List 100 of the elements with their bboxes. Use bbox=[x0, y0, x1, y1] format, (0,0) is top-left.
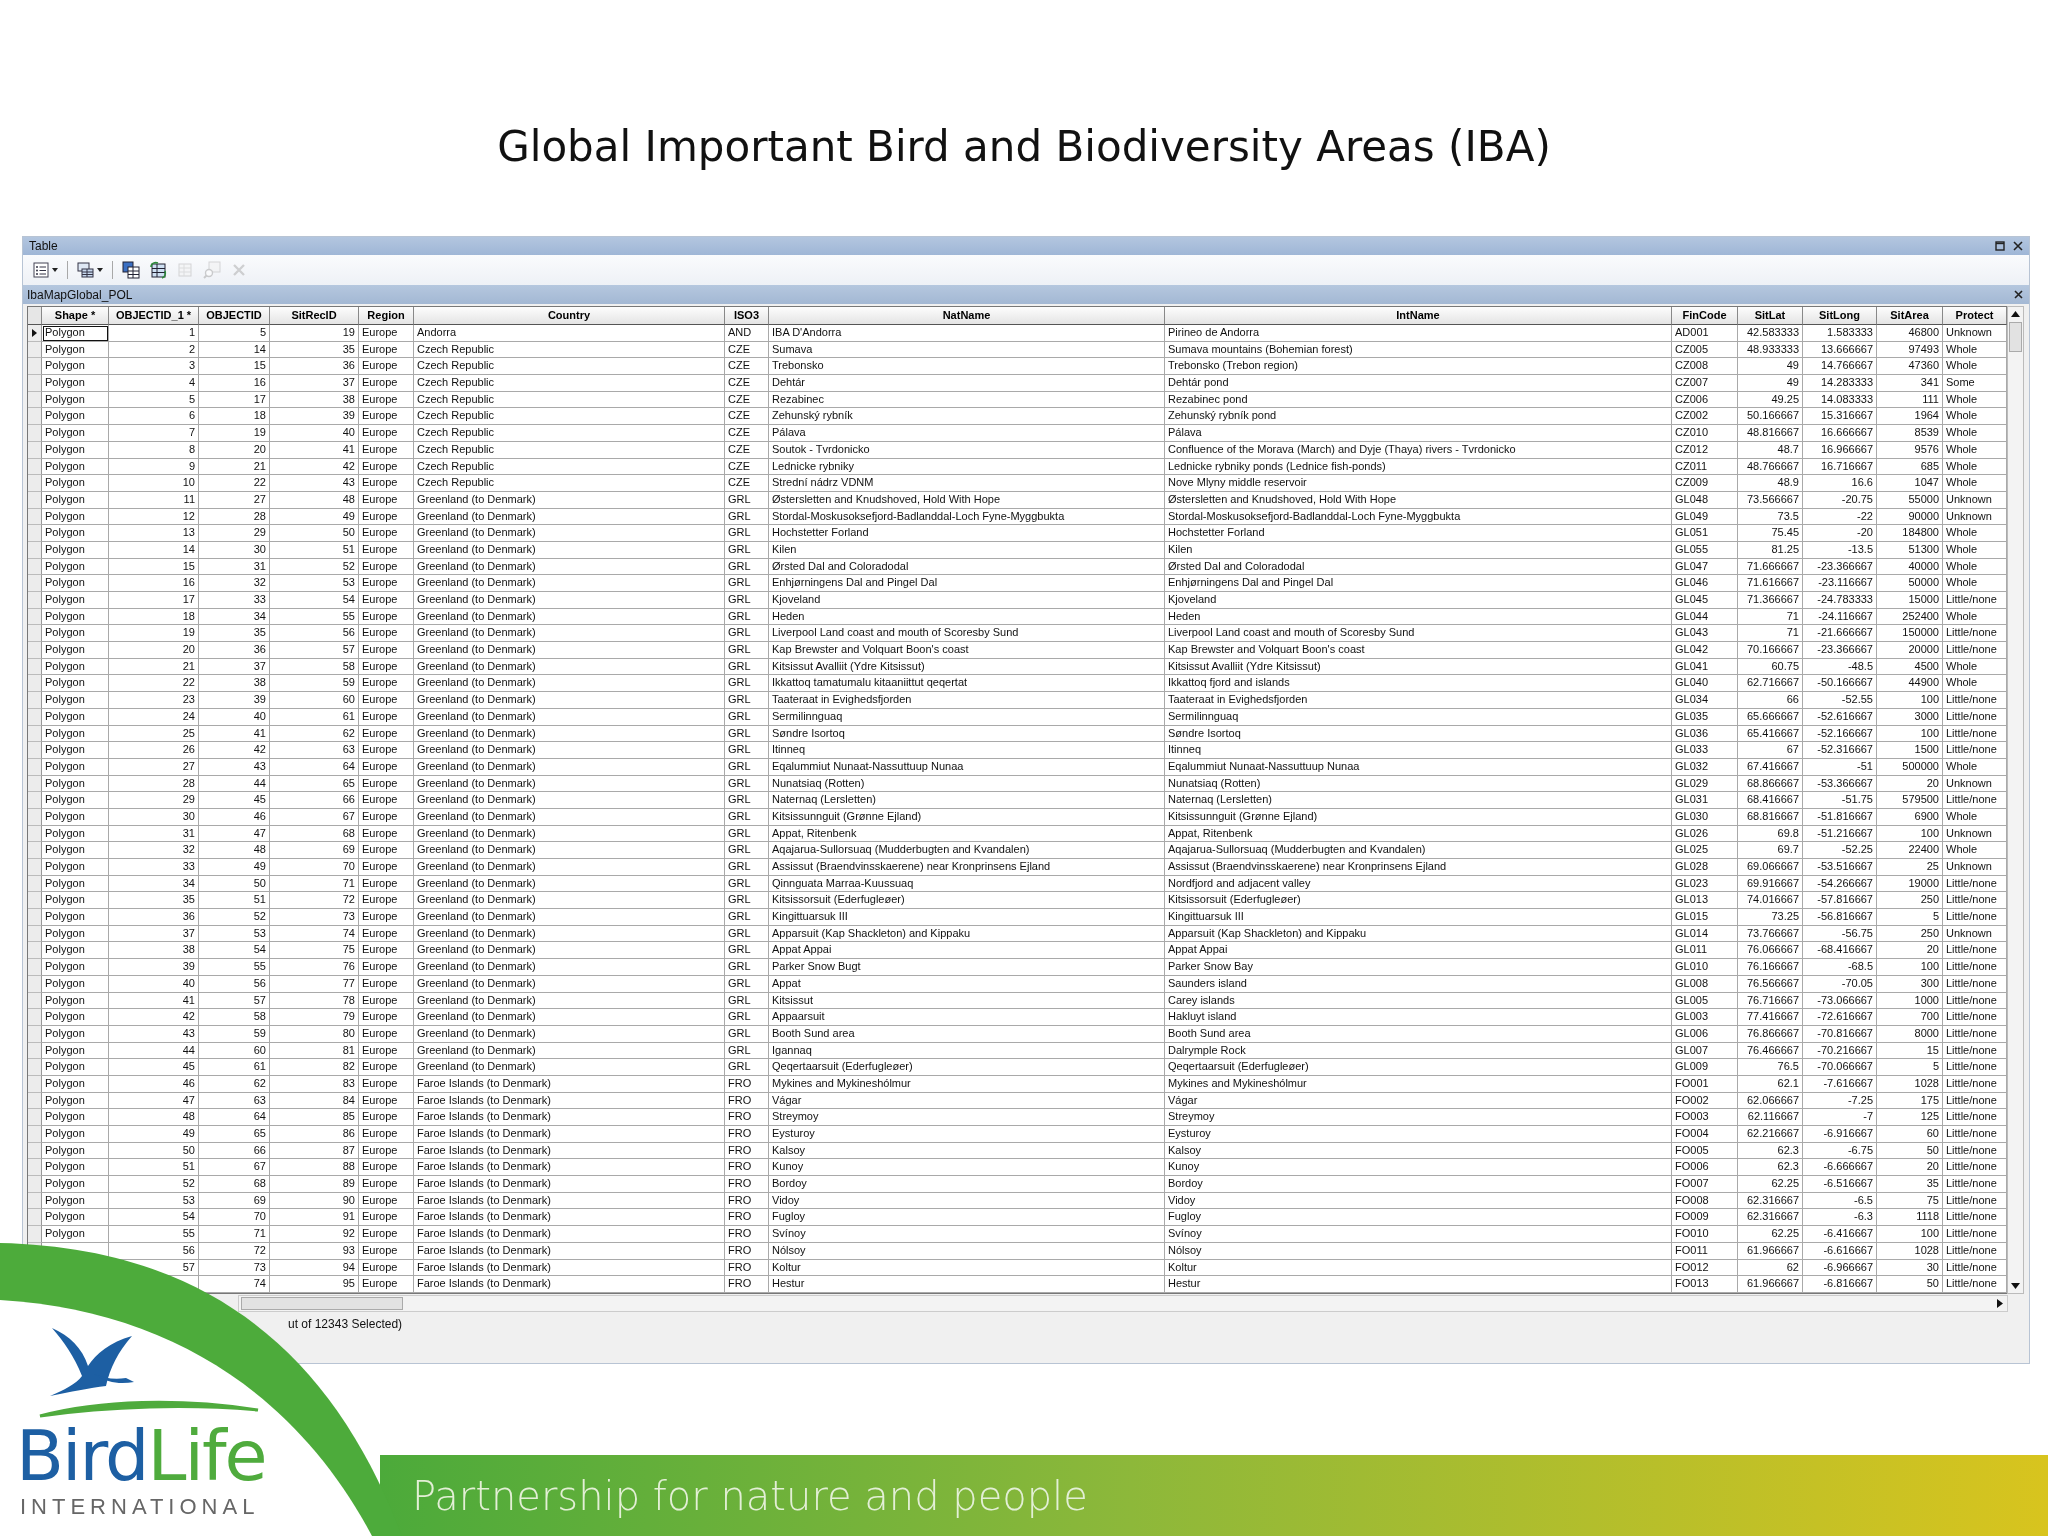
table-cell: 97493 bbox=[1877, 341, 1943, 359]
right-arrow-icon[interactable] bbox=[1997, 1298, 2003, 1308]
column-header[interactable]: SitLat bbox=[1738, 307, 1803, 325]
table-cell: Polygon bbox=[42, 425, 109, 442]
table-cell: 40 bbox=[109, 975, 199, 993]
table-cell: 62.1 bbox=[1738, 1075, 1803, 1093]
table-cell: Hestur bbox=[1165, 1276, 1672, 1293]
column-header[interactable]: NatName bbox=[769, 307, 1165, 325]
table-cell: Sermilinnguaq bbox=[1165, 708, 1672, 726]
corner-header[interactable] bbox=[28, 307, 42, 325]
table-cell: Østersletten and Knudshoved, Hold With Hope bbox=[1165, 491, 1672, 509]
table-cell: CZE bbox=[725, 408, 769, 426]
table-cell: Greenland (to Denmark) bbox=[414, 575, 725, 592]
table-cell: Europe bbox=[359, 1025, 414, 1043]
down-arrow-icon[interactable] bbox=[2011, 1282, 2020, 1289]
table-cell: GL015 bbox=[1672, 909, 1738, 926]
table-cell: FRO bbox=[725, 1159, 769, 1177]
close-icon[interactable] bbox=[2013, 241, 2023, 251]
horizontal-scrollbar[interactable] bbox=[238, 1294, 2008, 1312]
table-cell: GRL bbox=[725, 742, 769, 759]
column-header[interactable]: Shape * bbox=[42, 307, 109, 325]
table-cell: Trebonsko bbox=[769, 358, 1165, 376]
table-cell: 10 bbox=[109, 475, 199, 492]
table-cell: Europe bbox=[359, 992, 414, 1010]
table-cell: -52.316667 bbox=[1803, 742, 1877, 759]
table-cell: CZE bbox=[725, 458, 769, 476]
table-cell: GRL bbox=[725, 942, 769, 960]
column-header[interactable]: OBJECTID bbox=[199, 307, 270, 325]
table-cell: FO001 bbox=[1672, 1075, 1738, 1093]
table-cell: 87 bbox=[270, 1142, 359, 1160]
table-cell: Greenland (to Denmark) bbox=[414, 658, 725, 676]
table-cell: Itinneq bbox=[769, 742, 1165, 759]
up-arrow-icon[interactable] bbox=[2011, 311, 2020, 317]
table-cell: Rezabinec pond bbox=[1165, 391, 1672, 409]
table-cell: GRL bbox=[725, 508, 769, 526]
table-cell: 84 bbox=[270, 1092, 359, 1110]
table-cell: Europe bbox=[359, 1276, 414, 1293]
table-cell: 61.966667 bbox=[1738, 1242, 1803, 1260]
table-cell: Faroe Islands (to Denmark) bbox=[414, 1109, 725, 1126]
table-cell: -72.616667 bbox=[1803, 1009, 1877, 1026]
table-cell: CZE bbox=[725, 341, 769, 359]
table-cell: 63 bbox=[270, 742, 359, 759]
scroll-thumb[interactable] bbox=[2009, 322, 2022, 352]
table-cell: 15 bbox=[1877, 1042, 1943, 1060]
restore-icon[interactable] bbox=[1995, 241, 2005, 251]
scroll-thumb[interactable] bbox=[241, 1296, 403, 1310]
table-cell: CZ009 bbox=[1672, 475, 1738, 492]
table-cell: 15 bbox=[109, 558, 199, 576]
table-cell: Europe bbox=[359, 1075, 414, 1093]
table-cell: Kitsissut bbox=[769, 992, 1165, 1010]
column-header[interactable]: Country bbox=[414, 307, 725, 325]
table-cell: Greenland (to Denmark) bbox=[414, 842, 725, 859]
column-header[interactable]: SitRecID bbox=[270, 307, 359, 325]
table-cell: 76.066667 bbox=[1738, 942, 1803, 960]
caret-icon bbox=[52, 268, 58, 272]
table-cell: Saunders island bbox=[1165, 975, 1672, 993]
table-cell: GRL bbox=[725, 1025, 769, 1043]
column-header[interactable]: Region bbox=[359, 307, 414, 325]
table-cell: FO010 bbox=[1672, 1226, 1738, 1243]
layer-tab[interactable]: IbaMapGlobal_POL bbox=[27, 287, 133, 302]
vertical-scrollbar[interactable] bbox=[2007, 306, 2024, 1294]
table-cell: 66 bbox=[199, 1142, 270, 1160]
table-cell: Naternaq (Lersletten) bbox=[769, 792, 1165, 809]
table-cell: 32 bbox=[199, 575, 270, 592]
table-cell: Polygon bbox=[42, 491, 109, 509]
table-cell: Østersletten and Knudshoved, Hold With Hope bbox=[769, 491, 1165, 509]
table-cell: 44 bbox=[109, 1042, 199, 1060]
column-header[interactable]: SitArea bbox=[1877, 307, 1943, 325]
column-header[interactable]: Protect bbox=[1943, 307, 2007, 325]
table-cell: Europe bbox=[359, 808, 414, 826]
table-cell: GL005 bbox=[1672, 992, 1738, 1010]
table-cell: -51 bbox=[1803, 758, 1877, 776]
table-cell: 111 bbox=[1877, 391, 1943, 409]
table-cell: GL035 bbox=[1672, 708, 1738, 726]
table-cell: 65 bbox=[199, 1126, 270, 1143]
close-icon[interactable] bbox=[2014, 290, 2023, 299]
table-cell: Streymoy bbox=[769, 1109, 1165, 1126]
table-cell: Polygon bbox=[42, 742, 109, 759]
table-cell: Zehunský rybník pond bbox=[1165, 408, 1672, 426]
table-cell: Vágar bbox=[769, 1092, 1165, 1110]
toolbar-button[interactable] bbox=[119, 258, 143, 282]
column-header[interactable]: OBJECTID_1 * bbox=[109, 307, 199, 325]
table-cell: 175 bbox=[1877, 1092, 1943, 1110]
table-cell: 1028 bbox=[1877, 1242, 1943, 1260]
column-header[interactable]: IntName bbox=[1165, 307, 1672, 325]
table-cell: 40000 bbox=[1877, 558, 1943, 576]
table-cell: Europe bbox=[359, 475, 414, 492]
table-cell: GL043 bbox=[1672, 625, 1738, 643]
table-cell: 42 bbox=[199, 742, 270, 759]
table-cell: GRL bbox=[725, 975, 769, 993]
table-cell: 16.666667 bbox=[1803, 425, 1877, 442]
table-cell: Fugloy bbox=[769, 1209, 1165, 1227]
column-header[interactable]: FinCode bbox=[1672, 307, 1738, 325]
column-header[interactable]: SitLong bbox=[1803, 307, 1877, 325]
table-cell: -53.516667 bbox=[1803, 859, 1877, 876]
table-cell: Ikkattoq fjord and islands bbox=[1165, 675, 1672, 693]
column-header[interactable]: ISO3 bbox=[725, 307, 769, 325]
row-selector[interactable] bbox=[28, 325, 42, 342]
table-cell: GL041 bbox=[1672, 658, 1738, 676]
table-cell: -7.616667 bbox=[1803, 1075, 1877, 1093]
